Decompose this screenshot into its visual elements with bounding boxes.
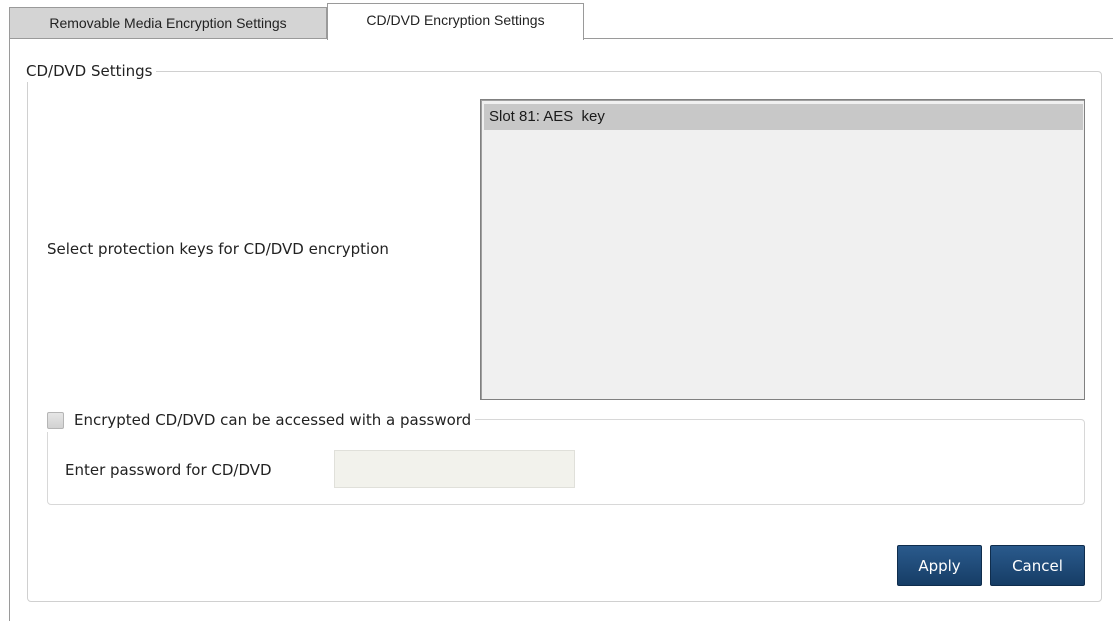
password-group-header: Encrypted CD/DVD can be accessed with a … (44, 408, 476, 432)
tab-removable-media-encryption-settings[interactable]: Removable Media Encryption Settings (9, 7, 327, 38)
list-item-slot-81[interactable]: Slot 81: AES key (484, 104, 1083, 130)
protection-keys-list[interactable]: Slot 81: AES key (480, 99, 1085, 400)
cd-dvd-settings-title: CD/DVD Settings (26, 60, 157, 82)
panel-border (9, 38, 10, 621)
protection-keys-label: Select protection keys for CD/DVD encryp… (47, 240, 389, 258)
password-access-label: Encrypted CD/DVD can be accessed with a … (74, 411, 472, 429)
tab-divider (584, 38, 1113, 39)
apply-button[interactable]: Apply (897, 545, 982, 586)
tab-divider (9, 38, 327, 39)
password-field-label: Enter password for CD/DVD (65, 461, 272, 479)
tab-cd-dvd-encryption-settings[interactable]: CD/DVD Encryption Settings (327, 3, 584, 40)
cancel-button[interactable]: Cancel (990, 545, 1085, 586)
tab-strip: Removable Media Encryption Settings CD/D… (0, 0, 1113, 40)
password-input[interactable] (334, 450, 575, 488)
password-access-checkbox[interactable] (47, 411, 64, 429)
